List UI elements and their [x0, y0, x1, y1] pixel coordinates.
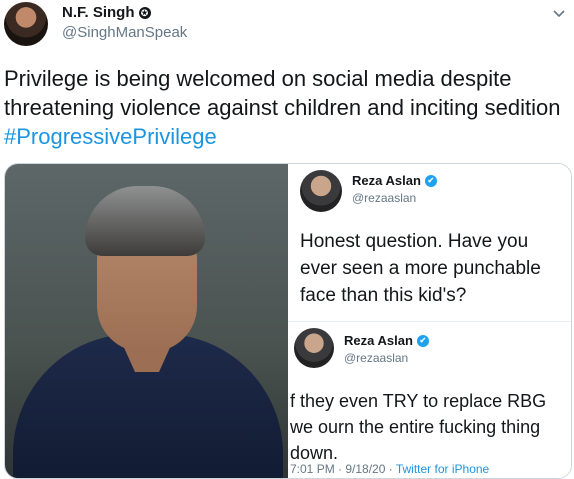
embedded-tweet-screenshots[interactable]: Reza Aslan ✔ @rezaaslan Honest question.… — [288, 164, 571, 478]
author-name[interactable]: N.F. Singh — [62, 4, 135, 21]
hashtag-link[interactable]: #ProgressivePrivilege — [4, 124, 217, 149]
embedded-text-1: Honest question. Have you ever seen a mo… — [300, 231, 541, 306]
author-handle[interactable]: @SinghManSpeak — [62, 24, 187, 41]
photo-hair — [85, 186, 205, 256]
embedded-name-2-text: Reza Aslan — [344, 333, 413, 348]
verified-icon: ✔ — [424, 174, 437, 187]
verified-icon: ✔ — [416, 334, 429, 347]
embedded-name-1: Reza Aslan ✔ — [352, 173, 437, 188]
embedded-name-2: Reza Aslan ✔ — [344, 333, 429, 348]
screenshot-divider — [288, 321, 571, 322]
tweet-media[interactable]: Reza Aslan ✔ @rezaaslan Honest question.… — [4, 163, 572, 479]
embedded-time-2: 7:01 PM · 9/18/20 · — [290, 462, 396, 476]
embedded-meta-2: 7:01 PM · 9/18/20 · Twitter for iPhone — [290, 462, 489, 476]
embedded-handle-2: @rezaaslan — [344, 351, 409, 365]
embedded-handle-1: @rezaaslan — [352, 191, 417, 205]
author-name-row[interactable]: N.F. Singh ✪ — [62, 4, 151, 21]
badge-icon: ✪ — [138, 6, 151, 19]
chevron-down-icon[interactable] — [552, 6, 566, 20]
embedded-source-2: Twitter for iPhone — [395, 462, 490, 476]
embedded-avatar-1 — [300, 170, 342, 212]
embedded-avatar-2 — [294, 328, 334, 368]
tweet-body: Privilege is being welcomed on social me… — [4, 66, 561, 120]
embedded-text-2: f they even TRY to replace RBG we ourn t… — [290, 391, 547, 463]
portrait-photo[interactable] — [5, 164, 288, 478]
embedded-name-1-text: Reza Aslan — [352, 173, 421, 188]
tweet-text: Privilege is being welcomed on social me… — [4, 64, 564, 151]
author-avatar[interactable] — [4, 2, 48, 46]
